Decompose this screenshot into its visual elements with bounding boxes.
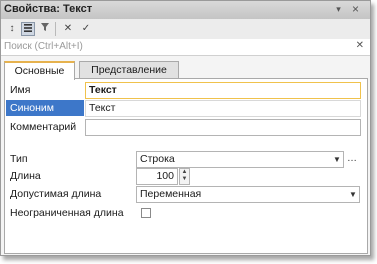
- search-clear-icon[interactable]: ✕: [356, 40, 364, 51]
- search-bar[interactable]: Поиск (Ctrl+Alt+I) ✕: [1, 39, 370, 56]
- menu-icon[interactable]: ▾: [332, 3, 345, 16]
- categorized-view-icon[interactable]: [21, 22, 35, 36]
- funnel-icon: [41, 23, 49, 31]
- search-input[interactable]: Поиск (Ctrl+Alt+I): [4, 41, 83, 52]
- window-title: Свойства: Текст: [4, 3, 93, 15]
- properties-panel: Имя Текст Синоним Текст Комментарий Тип …: [4, 78, 368, 254]
- check-icon[interactable]: ✓: [79, 22, 93, 36]
- synonym-field[interactable]: Текст: [85, 100, 361, 117]
- tab-presentation[interactable]: Представление: [79, 61, 179, 78]
- type-value: Строка: [140, 153, 175, 165]
- allowed-length-value: Переменная: [140, 188, 202, 200]
- chevron-down-icon[interactable]: ▼: [331, 152, 343, 167]
- close-icon[interactable]: ×: [349, 3, 362, 16]
- chevron-down-icon[interactable]: ▼: [347, 187, 359, 202]
- comment-field[interactable]: [85, 119, 361, 136]
- list-icon: [24, 24, 32, 32]
- length-stepper-icon[interactable]: ▲ ▼: [179, 168, 190, 185]
- properties-window: Свойства: Текст ▾ × ↕ ✕ ✓ Поиск (Ctrl+Al…: [0, 0, 371, 256]
- length-field[interactable]: 100: [136, 168, 178, 185]
- name-field[interactable]: Текст: [85, 82, 361, 99]
- length-label: Длина: [10, 170, 41, 182]
- unlimited-length-checkbox[interactable]: [141, 208, 151, 218]
- cancel-icon[interactable]: ✕: [61, 22, 75, 36]
- allowed-length-select[interactable]: Переменная ▼: [136, 186, 360, 203]
- comment-label: Комментарий: [10, 121, 77, 133]
- tab-main[interactable]: Основные: [4, 61, 75, 80]
- sort-az-icon[interactable]: ↕: [5, 22, 19, 36]
- synonym-label: Синоним: [6, 100, 84, 116]
- filter-icon[interactable]: [38, 22, 52, 36]
- type-label: Тип: [10, 153, 28, 165]
- ellipsis-icon[interactable]: …: [345, 152, 359, 167]
- allowed-length-label: Допустимая длина: [10, 188, 102, 200]
- toolbar: ↕ ✕ ✓: [1, 19, 370, 40]
- tab-strip: Основные Представление: [1, 61, 370, 80]
- type-select[interactable]: Строка ▼ …: [136, 151, 357, 168]
- unlimited-length-label: Неограниченная длина: [10, 207, 124, 219]
- toolbar-separator: [55, 22, 56, 36]
- title-bar: Свойства: Текст ▾ ×: [1, 1, 370, 20]
- name-label: Имя: [10, 84, 31, 96]
